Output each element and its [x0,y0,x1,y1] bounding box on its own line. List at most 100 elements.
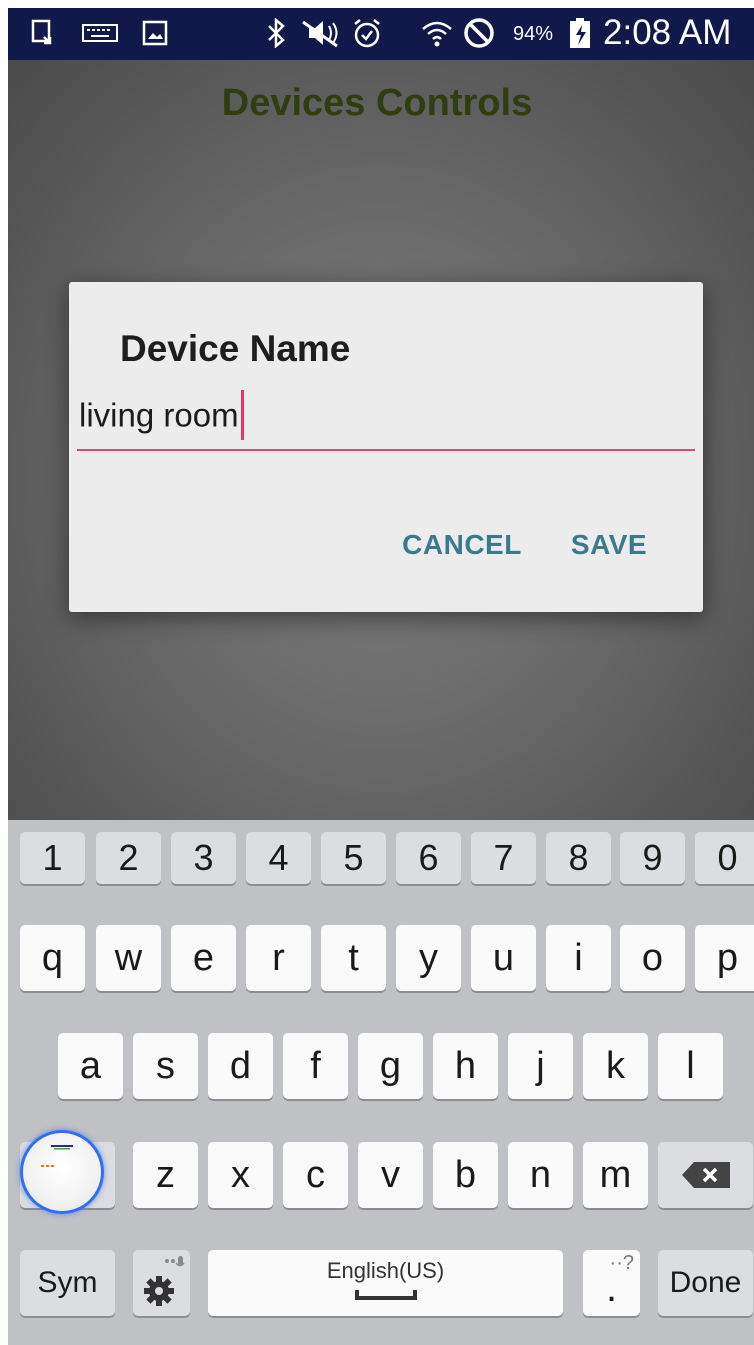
key-k[interactable]: k [583,1033,648,1099]
key-q-label: q [41,936,64,979]
key-m[interactable]: m [583,1142,648,1208]
key-p[interactable]: p [695,925,754,991]
key-x[interactable]: x [208,1142,273,1208]
floating-app-bubble[interactable] [20,1130,104,1214]
soft-keyboard: 1 2 3 4 5 6 7 8 9 0 q w e r t y u i o p a s d f g h j k l z x c v b n m Sym E… [8,820,754,1345]
key-4[interactable]: 4 [246,832,311,884]
key-t-label: t [348,936,359,979]
key-7-label: 7 [493,837,514,878]
alarm-icon [350,16,384,50]
key-1[interactable]: 1 [20,832,85,884]
key-t[interactable]: t [321,925,386,991]
key-s[interactable]: s [133,1033,198,1099]
wifi-icon [420,16,454,50]
key-i[interactable]: i [546,925,611,991]
key-v-label: v [381,1153,400,1196]
key-z-label: z [156,1153,175,1196]
sym-key-label: Sym [37,1266,98,1299]
status-bar: 94% 2:08 AM [8,8,754,60]
key-c[interactable]: c [283,1142,348,1208]
key-y-label: y [419,936,438,979]
gear-icon [143,1256,185,1306]
key-g-label: g [379,1044,402,1087]
key-a-label: a [79,1044,102,1087]
key-3[interactable]: 3 [171,832,236,884]
key-i-label: i [574,936,583,979]
period-hint: ··? [609,1252,634,1274]
done-key[interactable]: Done [658,1250,753,1316]
screenshot-icon [28,16,58,50]
key-d[interactable]: d [208,1033,273,1099]
key-3-label: 3 [193,837,214,878]
key-n-label: n [529,1153,552,1196]
key-0[interactable]: 0 [695,832,754,884]
key-a[interactable]: a [58,1033,123,1099]
battery-percent: 94% [513,23,554,45]
key-1-label: 1 [42,837,63,878]
device-name-dialog: Device Name living room CANCEL SAVE [69,282,703,612]
done-key-label: Done [669,1266,742,1299]
key-h[interactable]: h [433,1033,498,1099]
key-l-label: l [686,1044,695,1087]
key-m-label: m [599,1153,632,1196]
key-9-label: 9 [642,837,663,878]
key-u[interactable]: u [471,925,536,991]
period-key[interactable]: ··?. [583,1250,640,1316]
key-k-label: k [606,1044,625,1087]
key-u-label: u [492,936,515,979]
key-e[interactable]: e [171,925,236,991]
dialog-title: Device Name [120,328,351,369]
key-q[interactable]: q [20,925,85,991]
device-name-field[interactable]: living room [77,387,695,451]
key-s-label: s [156,1044,175,1087]
key-6[interactable]: 6 [396,832,461,884]
key-5-label: 5 [343,837,364,878]
key-8[interactable]: 8 [546,832,611,884]
backspace-icon [681,1162,730,1188]
key-w[interactable]: w [96,925,161,991]
settings-voice-key[interactable] [133,1250,190,1316]
battery-charging-icon [568,16,592,50]
key-v[interactable]: v [358,1142,423,1208]
key-p-label: p [716,936,739,979]
text-cursor [240,390,244,440]
key-n[interactable]: n [508,1142,573,1208]
key-y[interactable]: y [396,925,461,991]
key-9[interactable]: 9 [620,832,685,884]
keyboard-icon [78,16,122,50]
key-7[interactable]: 7 [471,832,536,884]
key-b[interactable]: b [433,1142,498,1208]
key-o[interactable]: o [620,925,685,991]
sym-key[interactable]: Sym [20,1250,115,1316]
space-bar-icon [354,1290,417,1300]
mute-icon [298,16,344,50]
key-8-label: 8 [568,837,589,878]
save-button[interactable]: SAVE [555,517,663,573]
key-l[interactable]: l [658,1033,723,1099]
key-2-label: 2 [118,837,139,878]
backspace-key[interactable] [658,1142,753,1208]
status-time: 2:08 AM [603,13,732,52]
key-d-label: d [229,1044,252,1087]
key-6-label: 6 [418,837,439,878]
key-j[interactable]: j [508,1033,573,1099]
space-language-label: English(US) [326,1258,445,1283]
key-w-label: w [114,936,143,979]
key-4-label: 4 [268,837,289,878]
key-g[interactable]: g [358,1033,423,1099]
cancel-button[interactable]: CANCEL [387,517,537,573]
space-key[interactable]: English(US) [208,1250,563,1316]
key-5[interactable]: 5 [321,832,386,884]
key-f[interactable]: f [283,1033,348,1099]
key-2[interactable]: 2 [96,832,161,884]
phone-screen: 94% 2:08 AM Devices Controls Device Name… [8,8,754,1345]
key-z[interactable]: z [133,1142,198,1208]
image-icon [140,16,170,50]
key-f-label: f [310,1044,321,1087]
key-j-label: j [536,1044,545,1087]
key-b-label: b [454,1153,477,1196]
key-c-label: c [306,1153,325,1196]
key-0-label: 0 [717,837,738,878]
page-title: Devices Controls [221,82,533,124]
key-r[interactable]: r [246,925,311,991]
